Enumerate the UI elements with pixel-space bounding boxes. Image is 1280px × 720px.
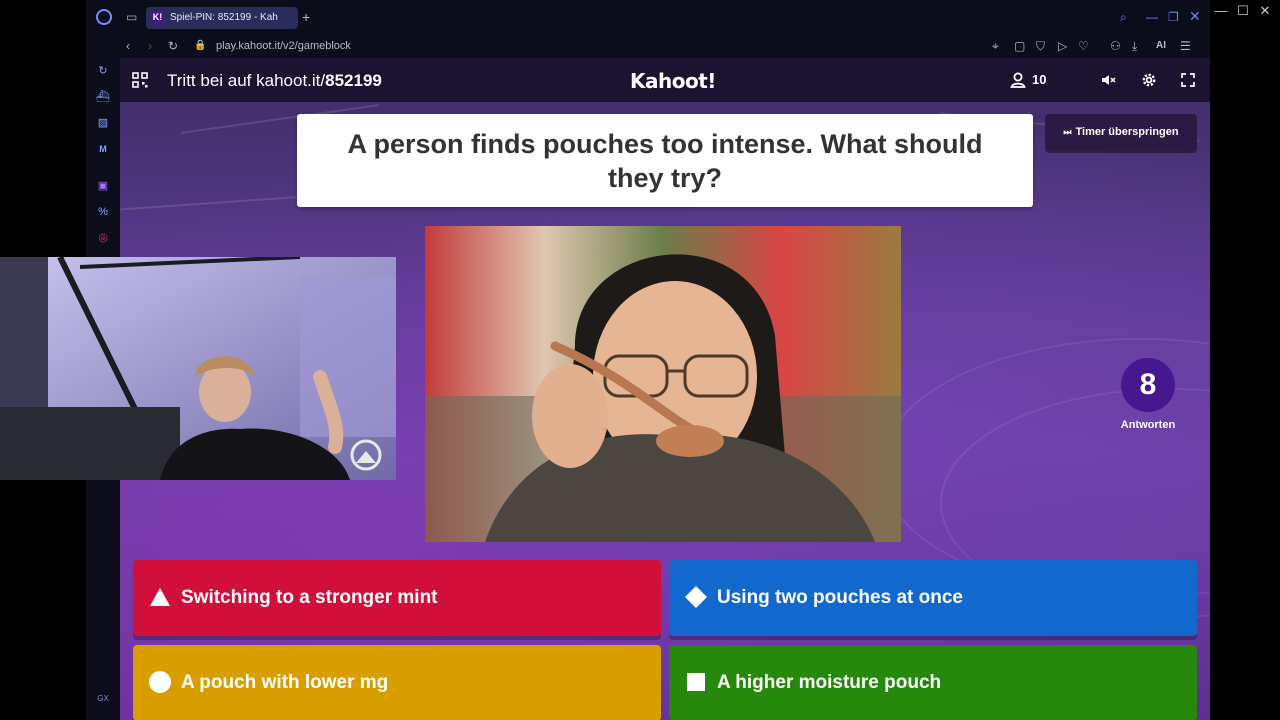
messenger-icon[interactable]: M — [96, 142, 110, 156]
skip-icon: ⏭ — [1063, 127, 1072, 137]
os-minimize-button[interactable]: — — [1210, 0, 1232, 22]
triangle-icon — [150, 588, 170, 606]
address-bar: ‹ › ↻ 🔒 play.kahoot.it/v2/gameblock ⌖ ▢ … — [86, 34, 1210, 58]
wallpaper-icon[interactable]: ▨ — [96, 116, 110, 130]
answer-button-green[interactable]: A higher moisture pouch — [669, 645, 1197, 720]
percent-icon[interactable]: % — [96, 205, 110, 219]
answer-text: A higher moisture pouch — [717, 672, 942, 693]
snapshot-icon[interactable]: ▢ — [1014, 38, 1025, 54]
os-window-controls: — ☐ ✕ — [1210, 0, 1280, 24]
os-maximize-button[interactable]: ☐ — [1232, 0, 1254, 22]
tab-active[interactable]: K! Spiel-PIN: 852199 - Kah — [146, 7, 298, 29]
answer-button-red[interactable]: Switching to a stronger mint — [133, 560, 661, 636]
profile-icon[interactable]: ⚇ — [1110, 38, 1121, 54]
answer-text: Using two pouches at once — [717, 587, 963, 608]
shield-icon[interactable]: ⛉ — [1036, 38, 1045, 54]
heart-icon[interactable]: ♡ — [1078, 38, 1089, 54]
tab-title: Spiel-PIN: 852199 - Kah — [170, 12, 278, 23]
ai-button[interactable]: AI — [1156, 38, 1166, 54]
question-card: A person finds pouches too intense. What… — [297, 114, 1033, 207]
skip-timer-label: Timer überspringen — [1075, 126, 1179, 138]
join-prefix: Tritt bei auf kahoot.it/ — [167, 71, 326, 90]
history-icon[interactable]: ↻ — [96, 64, 110, 78]
skip-timer-button[interactable]: ⏭ Timer überspringen — [1045, 114, 1197, 150]
gx-label: GX — [97, 694, 109, 703]
twitch-icon[interactable]: ▣ — [96, 179, 110, 193]
square-icon — [687, 673, 705, 691]
gear-icon[interactable] — [1139, 70, 1159, 90]
user-icon — [1010, 72, 1026, 88]
answer-text: A pouch with lower mg — [181, 672, 389, 693]
browser-logo-icon[interactable] — [96, 9, 112, 25]
answers-count: 8 — [1121, 358, 1175, 412]
lock-icon: 🔒 — [194, 40, 207, 51]
kahoot-favicon-icon: K! — [151, 11, 164, 24]
question-image — [425, 226, 901, 542]
diamond-icon — [685, 586, 707, 608]
volume-icon[interactable] — [1098, 70, 1118, 90]
download-icon[interactable]: ⤓ — [1132, 38, 1137, 54]
tab-bar: ▭ K! Spiel-PIN: 852199 - Kah + ⌕ — ❐ ✕ — [86, 0, 1210, 34]
answer-button-blue[interactable]: Using two pouches at once — [669, 560, 1197, 636]
url-field[interactable]: play.kahoot.it/v2/gameblock — [216, 38, 351, 54]
instagram-icon[interactable]: ◎ — [96, 231, 110, 245]
player-count: 10 — [1032, 72, 1047, 87]
workspaces-icon[interactable]: ▭ — [126, 10, 137, 24]
bookmarks-icon[interactable]: ⛴ — [96, 90, 110, 104]
answers-label: Antworten — [1120, 419, 1176, 431]
minimize-icon[interactable]: — — [1146, 10, 1158, 24]
circle-icon — [149, 671, 171, 693]
player-icon[interactable]: ▷ — [1058, 38, 1067, 54]
answer-text: Switching to a stronger mint — [181, 587, 438, 608]
fullscreen-icon[interactable] — [1178, 70, 1198, 90]
game-pin: 852199 — [325, 71, 382, 90]
kahoot-logo: Kahoot! — [630, 69, 716, 93]
answer-button-yellow[interactable]: A pouch with lower mg — [133, 645, 661, 720]
webcam-overlay — [0, 257, 396, 480]
join-instructions: Tritt bei auf kahoot.it/852199 — [167, 70, 382, 92]
kahoot-top-bar: Tritt bei auf kahoot.it/852199 Kahoot! 1… — [120, 58, 1210, 102]
forward-icon[interactable]: › — [148, 38, 152, 54]
close-icon[interactable]: ✕ — [1189, 9, 1201, 23]
pin-icon[interactable]: ⌖ — [992, 38, 999, 54]
restore-icon[interactable]: ❐ — [1168, 10, 1179, 24]
qr-grid-icon[interactable] — [132, 72, 148, 88]
question-text: A person finds pouches too intense. What… — [347, 128, 983, 193]
menu-icon[interactable]: ☰ — [1180, 38, 1191, 54]
back-icon[interactable]: ‹ — [126, 38, 130, 54]
new-tab-button[interactable]: + — [302, 9, 310, 25]
search-icon[interactable]: ⌕ — [1120, 10, 1127, 24]
os-close-button[interactable]: ✕ — [1254, 0, 1276, 22]
reload-icon[interactable]: ↻ — [168, 38, 178, 54]
